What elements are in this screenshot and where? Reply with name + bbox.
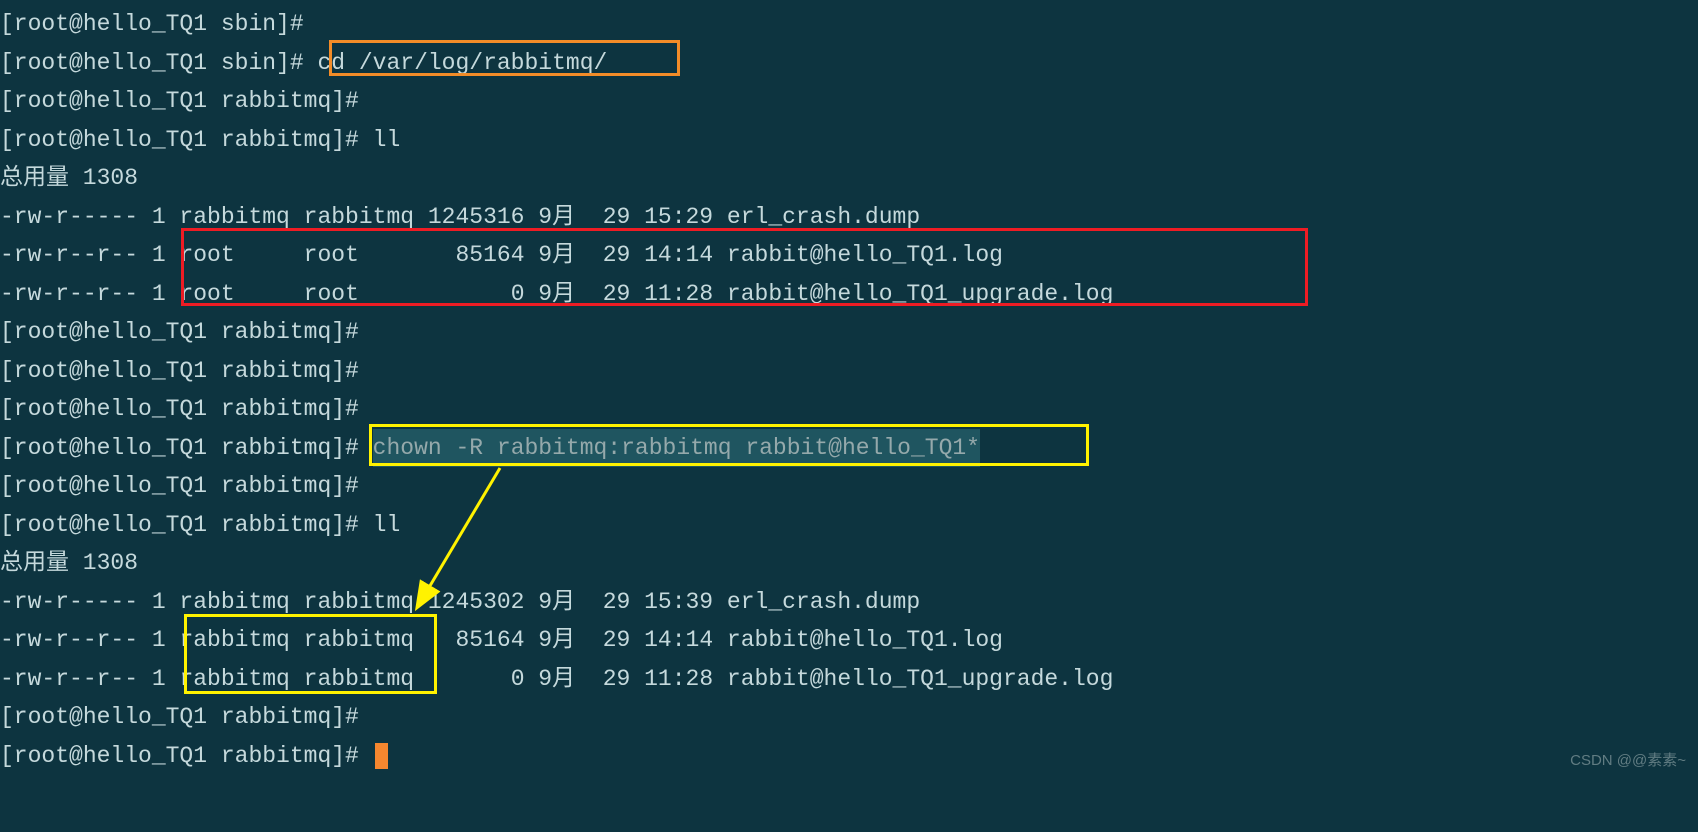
prompt: [root@hello_TQ1 rabbitmq]# bbox=[0, 467, 359, 505]
file-entry-prefix: -rw-r--r-- 1 bbox=[0, 275, 179, 313]
total-line: 总用量 1308 bbox=[0, 159, 138, 197]
prompt: [root@hello_TQ1 rabbitmq]# bbox=[0, 506, 373, 544]
prompt: [root@hello_TQ1 rabbitmq]# bbox=[0, 313, 359, 351]
prompt: [root@hello_TQ1 rabbitmq]# bbox=[0, 121, 373, 159]
terminal-line: -rw-r--r-- 1 rabbitmq rabbitmq 85164 9月 … bbox=[0, 621, 1698, 660]
file-entry-prefix: -rw-r--r-- 1 bbox=[0, 236, 179, 274]
file-entry-rest: 0 9月 29 11:28 rabbit@hello_TQ1_upgrade.l… bbox=[414, 660, 1113, 698]
prompt: [root@hello_TQ1 rabbitmq]# bbox=[0, 352, 359, 390]
prompt: [root@hello_TQ1 rabbitmq]# bbox=[0, 390, 359, 428]
prompt: [root@hello_TQ1 rabbitmq]# bbox=[0, 698, 359, 736]
file-entry: -rw-r----- 1 rabbitmq rabbitmq 1245302 9… bbox=[0, 583, 920, 621]
file-entry-owner: rabbitmq rabbitmq bbox=[179, 621, 414, 659]
file-entry: -rw-r----- 1 rabbitmq rabbitmq 1245316 9… bbox=[0, 198, 920, 236]
prompt: [root@hello_TQ1 rabbitmq]# bbox=[0, 737, 373, 775]
prompt: [root@hello_TQ1 rabbitmq]# bbox=[0, 82, 359, 120]
prompt: [root@hello_TQ1 sbin]# bbox=[0, 5, 304, 43]
terminal-line: [root@hello_TQ1 rabbitmq]# bbox=[0, 698, 1698, 737]
prompt: [root@hello_TQ1 sbin]# bbox=[0, 44, 317, 82]
terminal-line: -rw-r--r-- 1 root root 85164 9月 29 14:14… bbox=[0, 236, 1698, 275]
terminal-line: [root@hello_TQ1 rabbitmq]# chown -R rabb… bbox=[0, 429, 1698, 468]
terminal-line: 总用量 1308 bbox=[0, 159, 1698, 198]
terminal-line: [root@hello_TQ1 rabbitmq]# bbox=[0, 737, 1698, 776]
file-entry-prefix: -rw-r--r-- 1 bbox=[0, 621, 179, 659]
terminal-output[interactable]: [root@hello_TQ1 sbin]# [root@hello_TQ1 s… bbox=[0, 5, 1698, 775]
command-chown: chown -R rabbitmq:rabbitmq rabbit@hello_… bbox=[373, 429, 980, 467]
cursor-icon bbox=[375, 743, 388, 769]
terminal-line: -rw-r----- 1 rabbitmq rabbitmq 1245302 9… bbox=[0, 583, 1698, 622]
terminal-line: [root@hello_TQ1 rabbitmq]# ll bbox=[0, 121, 1698, 160]
terminal-line: [root@hello_TQ1 rabbitmq]# bbox=[0, 390, 1698, 429]
terminal-line: [root@hello_TQ1 rabbitmq]# bbox=[0, 352, 1698, 391]
terminal-line: [root@hello_TQ1 rabbitmq]# ll bbox=[0, 506, 1698, 545]
prompt: [root@hello_TQ1 rabbitmq]# bbox=[0, 429, 373, 467]
command-cd: cd /var/log/rabbitmq/ bbox=[317, 44, 607, 82]
command-ll: ll bbox=[373, 121, 401, 159]
file-entry-owner: root root 85164 9月 29 14:14 rabbit@hello… bbox=[179, 236, 1003, 274]
total-line: 总用量 1308 bbox=[0, 544, 138, 582]
file-entry-owner: rabbitmq rabbitmq bbox=[179, 660, 414, 698]
terminal-line: [root@hello_TQ1 sbin]# bbox=[0, 5, 1698, 44]
terminal-line: [root@hello_TQ1 rabbitmq]# bbox=[0, 313, 1698, 352]
file-entry-owner: root root 0 9月 29 11:28 rabbit@hello_TQ1… bbox=[179, 275, 1113, 313]
terminal-line: [root@hello_TQ1 rabbitmq]# bbox=[0, 467, 1698, 506]
terminal-line: -rw-r--r-- 1 root root 0 9月 29 11:28 rab… bbox=[0, 275, 1698, 314]
terminal-line: -rw-r--r-- 1 rabbitmq rabbitmq 0 9月 29 1… bbox=[0, 660, 1698, 699]
command-ll: ll bbox=[373, 506, 401, 544]
terminal-line: [root@hello_TQ1 rabbitmq]# bbox=[0, 82, 1698, 121]
file-entry-rest: 85164 9月 29 14:14 rabbit@hello_TQ1.log bbox=[414, 621, 1003, 659]
terminal-line: -rw-r----- 1 rabbitmq rabbitmq 1245316 9… bbox=[0, 198, 1698, 237]
terminal-line: 总用量 1308 bbox=[0, 544, 1698, 583]
file-entry-prefix: -rw-r--r-- 1 bbox=[0, 660, 179, 698]
terminal-line: [root@hello_TQ1 sbin]# cd /var/log/rabbi… bbox=[0, 44, 1698, 83]
watermark: CSDN @@素素~ bbox=[1570, 749, 1686, 774]
